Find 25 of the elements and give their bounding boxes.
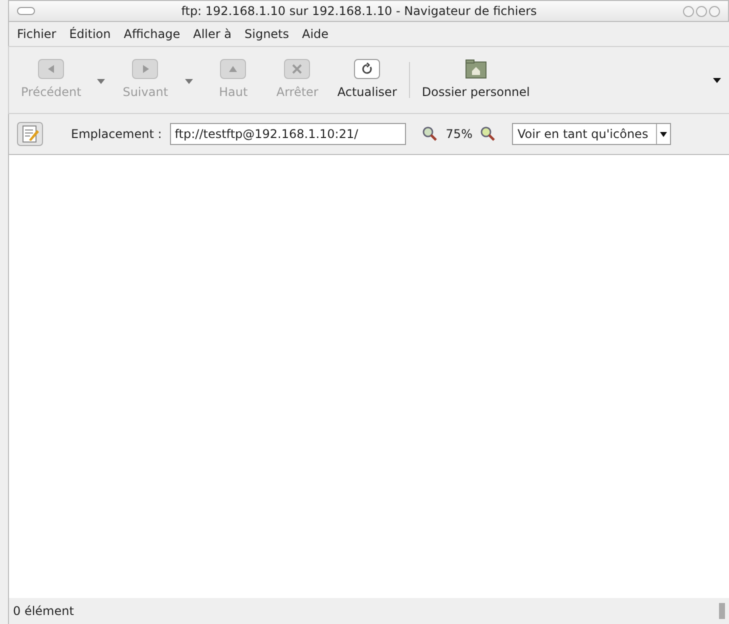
stop-icon — [284, 59, 310, 79]
overflow-arrow-icon[interactable] — [713, 78, 721, 82]
location-label: Emplacement : — [71, 126, 162, 143]
resize-grip-icon[interactable] — [719, 603, 725, 619]
caret-icon — [660, 132, 668, 136]
menu-item[interactable]: Aide — [302, 25, 329, 43]
menu-item[interactable]: Fichier — [17, 25, 56, 43]
menu-item[interactable]: Édition — [69, 25, 111, 43]
zoom-in-icon[interactable] — [480, 126, 496, 142]
home-folder-icon — [464, 59, 487, 79]
menu-item[interactable]: Signets — [244, 25, 290, 43]
window-menu-icon[interactable] — [17, 7, 35, 15]
status-text: 0 élément — [13, 603, 75, 620]
location-field[interactable]: ftp://testftp@192.168.1.10:21/ — [170, 123, 406, 145]
menu-item[interactable]: Aller à — [193, 25, 232, 43]
zoom-out-icon[interactable] — [422, 126, 438, 142]
toolbar-button[interactable]: Actualiser — [329, 59, 405, 101]
reload-icon — [354, 59, 380, 79]
window-controls-icon[interactable] — [683, 6, 720, 16]
edit-note-icon[interactable] — [17, 122, 43, 146]
menu-item[interactable]: Affichage — [124, 25, 180, 43]
window-title: ftp: 192.168.1.10 sur 192.168.1.10 - Navigateur de fichiers — [180, 3, 538, 20]
view-select[interactable]: Voir en tant qu'icônes — [512, 123, 672, 145]
zoom-level[interactable]: 75% — [446, 125, 472, 143]
toolbar-button[interactable]: Dossier personnel — [414, 59, 538, 101]
